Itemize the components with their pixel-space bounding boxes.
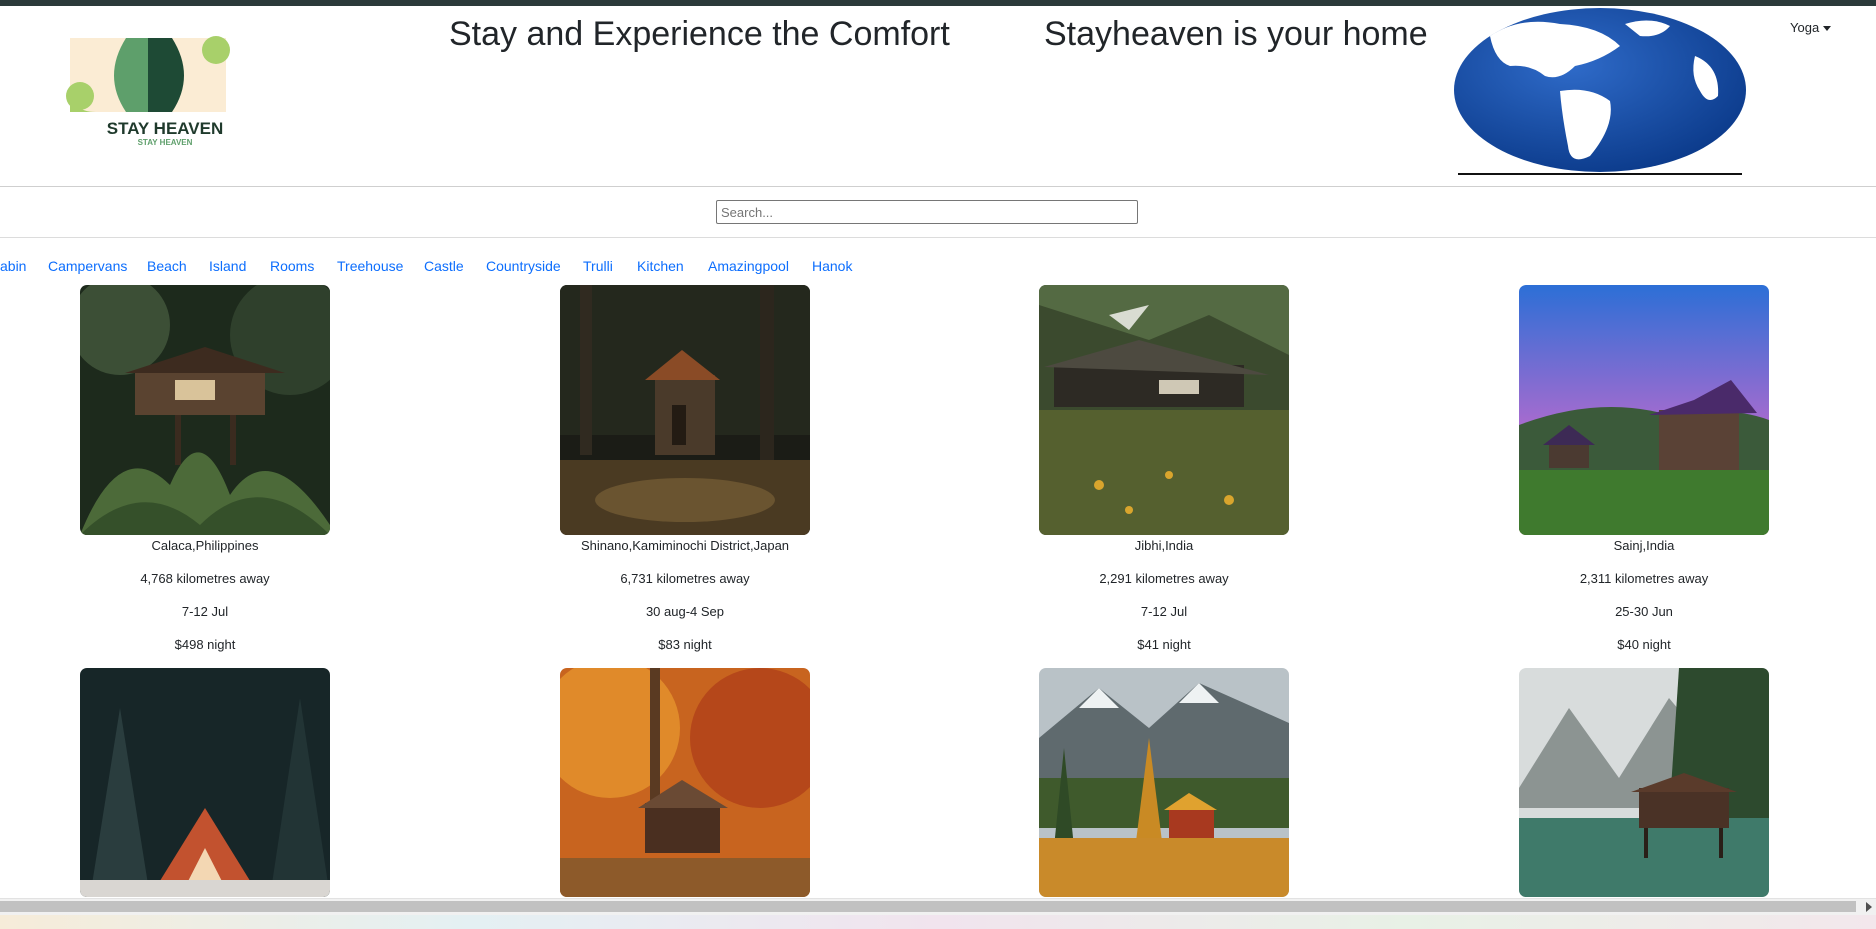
category-countryside[interactable]: Countryside <box>486 258 561 274</box>
globe-image <box>1450 6 1750 178</box>
listing-card[interactable]: Jibhi,India 2,291 kilometres away 7-12 J… <box>1039 285 1289 653</box>
category-island[interactable]: Island <box>209 258 246 274</box>
listing-card[interactable] <box>1039 668 1289 897</box>
listing-distance: 2,311 kilometres away <box>1579 571 1709 586</box>
category-campervans[interactable]: Campervans <box>48 258 127 274</box>
chevron-right-icon[interactable] <box>1866 902 1872 912</box>
listing-dates: 30 aug-4 Sep <box>645 604 725 619</box>
category-kitchen[interactable]: Kitchen <box>637 258 684 274</box>
listing-distance: 6,731 kilometres away <box>620 571 750 586</box>
search-input[interactable] <box>716 200 1138 224</box>
page-title: Stay and Experience the Comfort <box>449 15 950 53</box>
category-hanok[interactable]: Hanok <box>812 258 852 274</box>
user-menu-toggle[interactable]: Yoga <box>1790 20 1832 35</box>
stay-heaven-logo[interactable]: STAY HEAVEN STAY HEAVEN <box>56 36 274 148</box>
listing-card[interactable] <box>560 668 810 897</box>
category-trulli[interactable]: Trulli <box>583 258 613 274</box>
listing-photo[interactable] <box>80 668 330 897</box>
listing-photo[interactable] <box>560 668 810 897</box>
listing-location: Sainj,India <box>1613 538 1675 553</box>
category-beach[interactable]: Beach <box>147 258 187 274</box>
listing-price: $498 night <box>174 637 236 652</box>
logo-subtext: STAY HEAVEN <box>138 138 193 147</box>
category-amazingpool[interactable]: Amazingpool <box>708 258 789 274</box>
search-bar <box>0 187 1876 238</box>
listing-dates: 7-12 Jul <box>181 604 229 619</box>
scrollbar-thumb[interactable] <box>0 901 1856 912</box>
listing-photo[interactable] <box>1039 285 1289 535</box>
listing-location: Shinano,Kamiminochi District,Japan <box>580 538 790 553</box>
listing-location: Jibhi,India <box>1134 538 1194 553</box>
category-nav: abin Campervans Beach Island Rooms Treeh… <box>0 258 1876 278</box>
category-cabin[interactable]: abin <box>0 258 26 274</box>
caret-down-icon <box>1823 26 1832 32</box>
listing-card[interactable]: Sainj,India 2,311 kilometres away 25-30 … <box>1519 285 1769 653</box>
listing-photo[interactable] <box>1519 285 1769 535</box>
category-treehouse[interactable]: Treehouse <box>337 258 403 274</box>
listing-dates: 7-12 Jul <box>1140 604 1188 619</box>
logo-text: STAY HEAVEN <box>107 119 224 138</box>
listing-photo[interactable] <box>560 285 810 535</box>
page-subtitle: Stayheaven is your home <box>1044 15 1428 53</box>
listing-card[interactable]: Shinano,Kamiminochi District,Japan 6,731… <box>560 285 810 653</box>
listing-location: Calaca,Philippines <box>151 538 259 553</box>
listing-distance: 4,768 kilometres away <box>140 571 270 586</box>
listing-price: $40 night <box>1617 637 1671 652</box>
taskbar-strip <box>0 915 1876 929</box>
listing-card[interactable] <box>80 668 330 897</box>
listing-card[interactable]: Calaca,Philippines 4,768 kilometres away… <box>80 285 330 653</box>
listing-card[interactable] <box>1519 668 1769 897</box>
horizontal-scrollbar[interactable] <box>0 898 1876 916</box>
listing-dates: 25-30 Jun <box>1615 604 1673 619</box>
site-header: STAY HEAVEN STAY HEAVEN Stay and Experie… <box>0 6 1876 187</box>
listing-distance: 2,291 kilometres away <box>1099 571 1229 586</box>
listing-photo[interactable] <box>80 285 330 535</box>
category-castle[interactable]: Castle <box>424 258 464 274</box>
listing-photo[interactable] <box>1519 668 1769 897</box>
category-rooms[interactable]: Rooms <box>270 258 314 274</box>
listing-price: $41 night <box>1137 637 1191 652</box>
listing-price: $83 night <box>658 637 712 652</box>
user-menu-label: Yoga <box>1790 20 1820 35</box>
listing-photo[interactable] <box>1039 668 1289 897</box>
